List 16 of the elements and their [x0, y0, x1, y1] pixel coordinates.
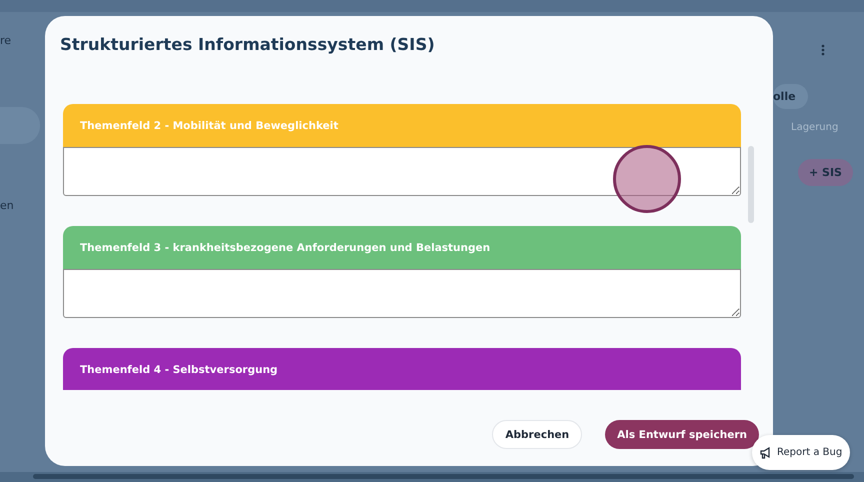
more-options-icon[interactable]: [821, 44, 825, 56]
horizontal-scrollbar[interactable]: [33, 474, 854, 479]
sidebar-text: re: [0, 34, 12, 47]
section-header: Themenfeld 4 - Selbstversorgung: [63, 348, 741, 390]
cancel-button[interactable]: Abbrechen: [492, 420, 582, 449]
dialog-title: Strukturiertes Informationssystem (SIS): [60, 35, 435, 54]
role-chip[interactable]: olle: [773, 84, 808, 109]
section-header: Themenfeld 3 - krankheitsbezogene Anforderungen und Belastungen: [63, 226, 741, 269]
text-area[interactable]: [63, 269, 741, 318]
report-bug-button[interactable]: Report a Bug: [752, 435, 850, 470]
section-header: Themenfeld 2 - Mobilität und Beweglichkeit: [63, 104, 741, 147]
save-draft-button[interactable]: Als Entwurf speichern: [605, 420, 759, 449]
vertical-scrollbar[interactable]: [748, 146, 754, 223]
megaphone-icon: [760, 446, 772, 458]
text-area[interactable]: [63, 147, 741, 196]
sidebar-text: en: [0, 199, 15, 212]
